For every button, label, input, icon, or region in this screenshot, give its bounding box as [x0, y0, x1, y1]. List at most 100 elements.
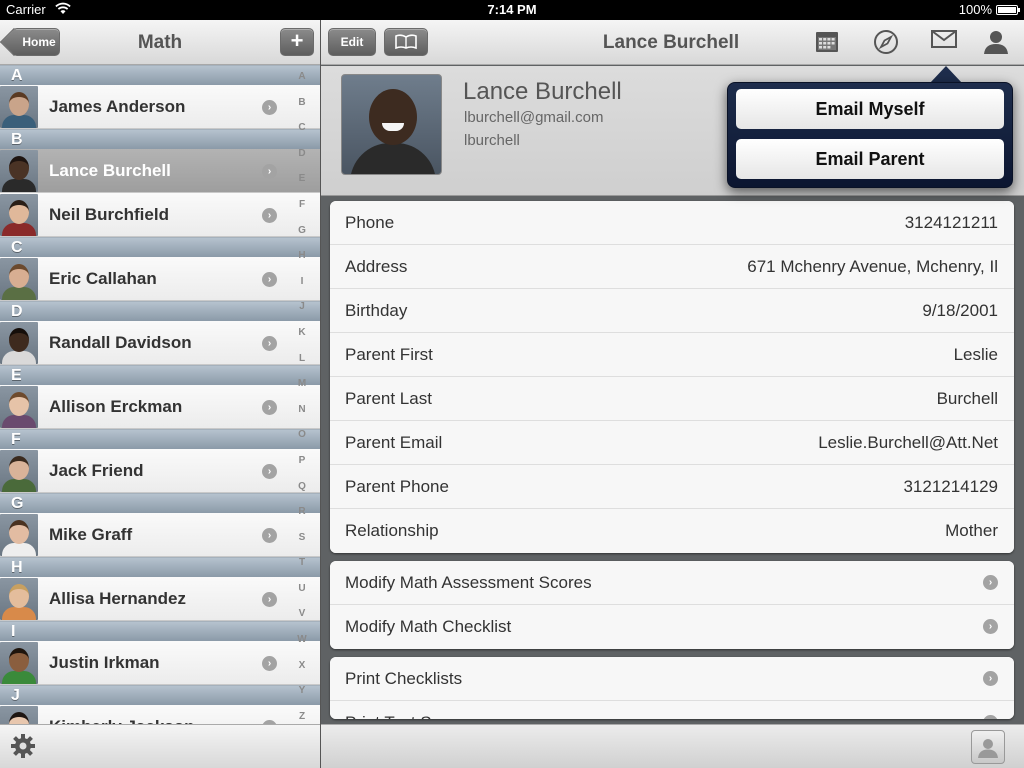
student-row[interactable]: Neil Burchfield ›	[0, 193, 320, 237]
avatar	[0, 258, 38, 300]
disclosure-icon[interactable]: ›	[262, 528, 277, 543]
compass-icon[interactable]	[873, 29, 899, 55]
index-letter[interactable]: H	[291, 250, 313, 276]
disclosure-icon[interactable]: ›	[262, 164, 277, 179]
detail-row: Parent Phone 3121214129	[330, 465, 1014, 509]
gear-icon[interactable]	[10, 733, 36, 763]
index-letter[interactable]: E	[291, 173, 313, 199]
action-row[interactable]: Print Test S... ›	[330, 701, 1014, 719]
disclosure-icon[interactable]: ›	[262, 336, 277, 351]
index-letter[interactable]: U	[291, 583, 313, 609]
disclosure-icon[interactable]: ›	[262, 272, 277, 287]
detail-value: 3124121211	[904, 213, 998, 232]
student-name: Randall Davidson	[49, 333, 192, 352]
student-name: Neil Burchfield	[49, 205, 169, 224]
detail-label: Parent Phone	[345, 477, 449, 496]
index-letter[interactable]: J	[291, 301, 313, 327]
student-row[interactable]: Randall Davidson ›	[0, 321, 320, 365]
disclosure-icon[interactable]: ›	[262, 592, 277, 607]
index-letter[interactable]: T	[291, 557, 313, 583]
book-button[interactable]	[384, 28, 428, 56]
detail-row: Parent First Leslie	[330, 333, 1014, 377]
index-letter[interactable]: Y	[291, 685, 313, 711]
disclosure-icon[interactable]: ›	[262, 100, 277, 115]
student-name: James Anderson	[49, 97, 186, 116]
detail-row: Parent Last Burchell	[330, 377, 1014, 421]
index-letter[interactable]: K	[291, 327, 313, 353]
student-list: A James Anderson › B Lance Burchell › Neil Bur…	[0, 65, 320, 749]
index-letter[interactable]: N	[291, 404, 313, 430]
section-header: D	[0, 301, 320, 321]
disclosure-icon[interactable]: ›	[983, 619, 998, 634]
student-name: Justin Irkman	[49, 653, 160, 672]
student-name: Allisa Hernandez	[49, 589, 186, 608]
battery-icon	[996, 5, 1020, 15]
index-letter[interactable]: V	[291, 608, 313, 634]
index-letter[interactable]: I	[291, 276, 313, 302]
email-myself-button[interactable]: Email Myself	[736, 89, 1004, 129]
disclosure-icon[interactable]: ›	[983, 575, 998, 590]
person-icon[interactable]	[983, 29, 1009, 55]
profile-name: Lance Burchell	[463, 78, 622, 105]
index-letter[interactable]: W	[291, 634, 313, 660]
index-letter[interactable]: B	[291, 97, 313, 123]
index-letter[interactable]: S	[291, 532, 313, 558]
detail-value: 3121214129	[903, 477, 998, 496]
add-student-button[interactable]: +	[280, 28, 314, 56]
contact-icon	[977, 736, 999, 758]
popover-arrow	[930, 66, 962, 83]
contact-button[interactable]	[971, 730, 1005, 764]
disclosure-icon[interactable]: ›	[262, 656, 277, 671]
disclosure-icon[interactable]: ›	[262, 400, 277, 415]
student-row[interactable]: Allison Erckman ›	[0, 385, 320, 429]
action-row[interactable]: Modify Math Checklist ›	[330, 605, 1014, 649]
student-row[interactable]: Justin Irkman ›	[0, 641, 320, 685]
section-header: F	[0, 429, 320, 449]
disclosure-icon[interactable]: ›	[983, 671, 998, 686]
right-toolbar	[321, 724, 1024, 768]
student-name: Mike Graff	[49, 525, 133, 544]
edit-button[interactable]: Edit	[328, 28, 376, 56]
section-header: G	[0, 493, 320, 513]
action-label: Modify Math Assessment Scores	[345, 573, 592, 592]
student-name: Allison Erckman	[49, 397, 183, 416]
index-letter[interactable]: C	[291, 122, 313, 148]
disclosure-icon[interactable]: ›	[262, 208, 277, 223]
calendar-icon[interactable]	[814, 29, 840, 55]
student-row[interactable]: Mike Graff ›	[0, 513, 320, 557]
index-letter[interactable]: X	[291, 660, 313, 686]
detail-value: Leslie	[953, 345, 998, 364]
email-parent-button[interactable]: Email Parent	[736, 139, 1004, 179]
index-letter[interactable]: P	[291, 455, 313, 481]
action-label: Modify Math Checklist	[345, 617, 512, 636]
index-letter[interactable]: D	[291, 148, 313, 174]
index-letter[interactable]: A	[291, 71, 313, 97]
index-letter[interactable]: G	[291, 225, 313, 251]
mail-icon[interactable]	[931, 29, 957, 55]
detail-value: 9/18/2001	[922, 301, 998, 320]
index-letter[interactable]: R	[291, 506, 313, 532]
disclosure-icon[interactable]: ›	[262, 464, 277, 479]
student-row[interactable]: James Anderson ›	[0, 85, 320, 129]
student-photo	[341, 74, 442, 175]
student-row[interactable]: Jack Friend ›	[0, 449, 320, 493]
student-row[interactable]: Allisa Hernandez ›	[0, 577, 320, 621]
index-letter[interactable]: O	[291, 429, 313, 455]
avatar	[0, 450, 38, 492]
student-row[interactable]: Eric Callahan ›	[0, 257, 320, 301]
avatar	[0, 386, 38, 428]
index-letter[interactable]: Q	[291, 481, 313, 507]
action-row[interactable]: Print Checklists ›	[330, 657, 1014, 701]
detail-label: Parent First	[345, 345, 433, 364]
detail-row: Parent Email Leslie.Burchell@Att.Net	[330, 421, 1014, 465]
action-row[interactable]: Modify Math Assessment Scores ›	[330, 561, 1014, 605]
index-letter[interactable]: F	[291, 199, 313, 225]
status-bar: Carrier 7:14 PM 100%	[0, 0, 1024, 20]
index-letter[interactable]: M	[291, 378, 313, 404]
alphabet-index[interactable]: ABCDEFGHIJKLMNOPQRSTUVWXYZ#	[291, 71, 313, 762]
student-name: Lance Burchell	[49, 161, 171, 180]
section-header: J	[0, 685, 320, 705]
student-row[interactable]: Lance Burchell ›	[0, 149, 320, 193]
index-letter[interactable]: L	[291, 353, 313, 379]
disclosure-icon[interactable]: ›	[983, 715, 998, 719]
